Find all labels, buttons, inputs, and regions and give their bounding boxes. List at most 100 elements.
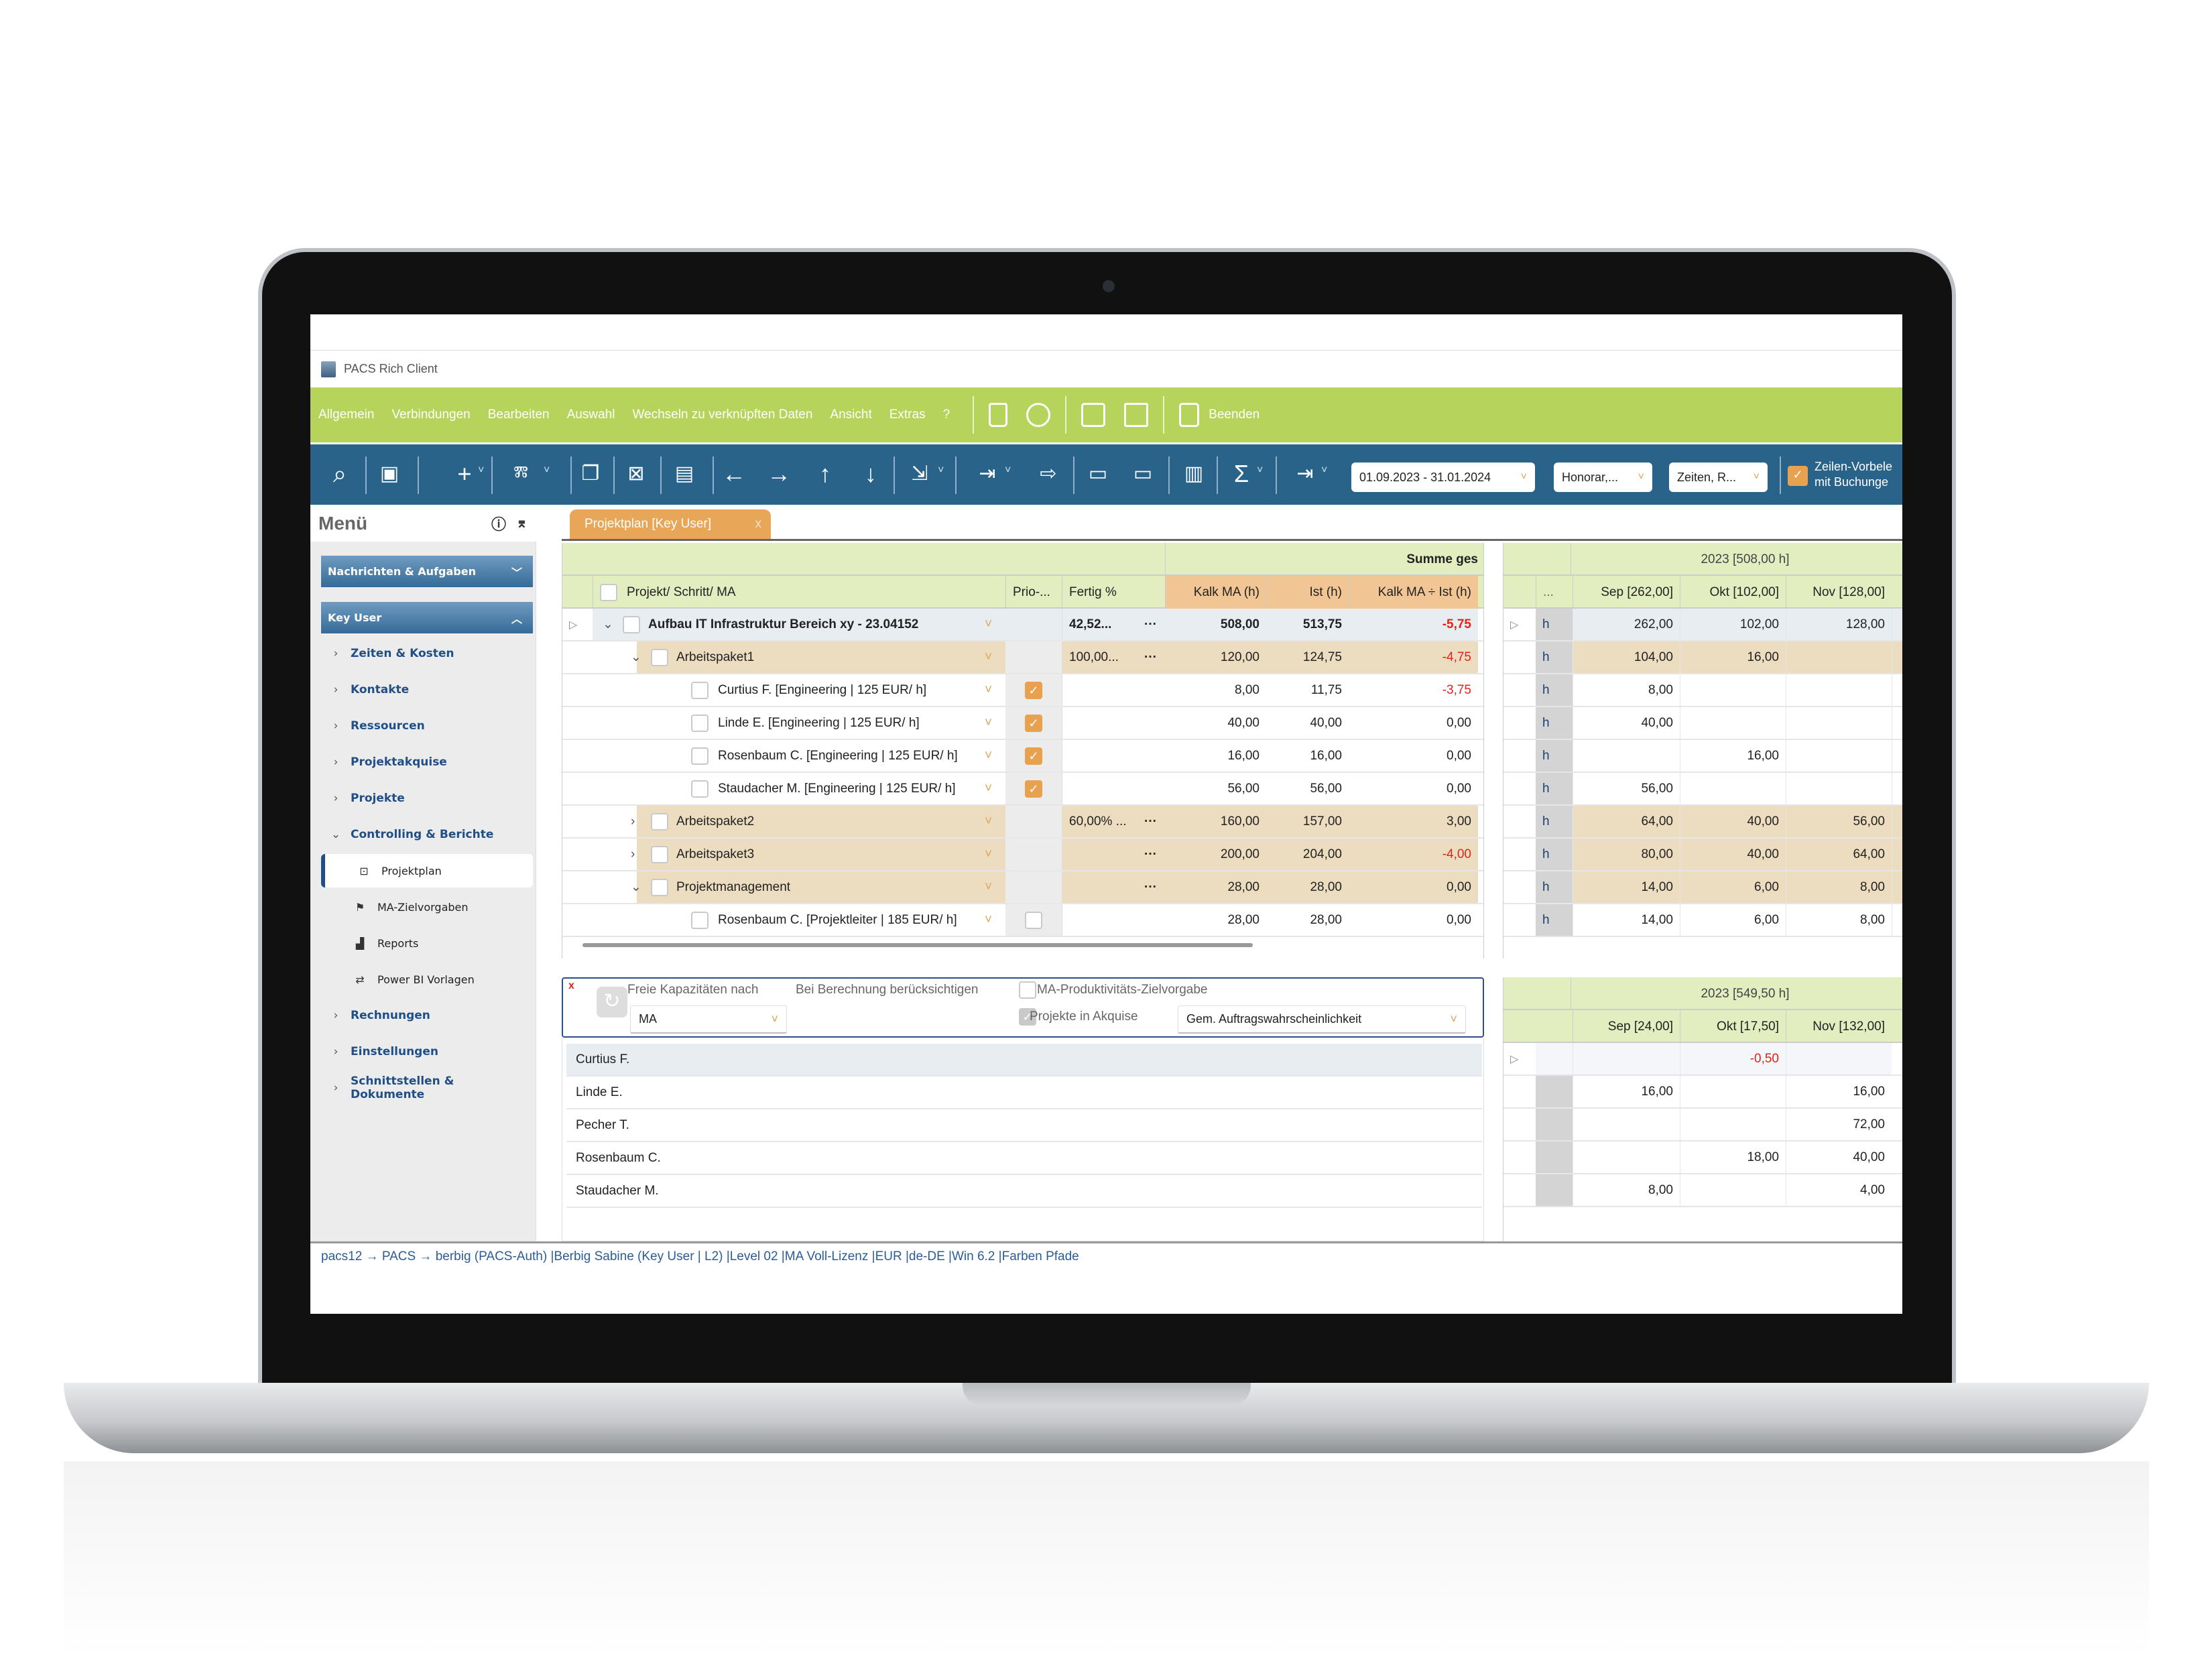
month-cell[interactable]: 40,00 (1680, 806, 1786, 837)
month-header-okt[interactable]: Okt [17,50] (1680, 1010, 1786, 1043)
prio-cell[interactable] (1005, 904, 1062, 936)
arrow-left-icon[interactable]: ← (718, 459, 750, 489)
sidebar-item[interactable]: ▟ Reports (321, 926, 533, 960)
month-cell[interactable]: 16,00 (1573, 1076, 1680, 1107)
kapazitaeten-nach-select[interactable]: MA ˅ (630, 1005, 787, 1034)
prio-cell[interactable]: ✓ (1005, 740, 1062, 772)
row-dropdown-chevron-icon[interactable]: ˅ (978, 773, 999, 804)
chevron-down-icon[interactable]: ˅ (544, 465, 550, 477)
month-cell[interactable]: 16,00 (1786, 1076, 1892, 1107)
zeilen-vorbelegung-checkbox[interactable]: ✓ (1788, 466, 1808, 486)
prio-cell[interactable]: ✓ (1005, 773, 1062, 804)
select-all-checkbox[interactable] (600, 583, 617, 601)
search-icon[interactable]: ⌕ (324, 459, 356, 489)
folder-open-icon[interactable]: ▭ (1082, 459, 1114, 489)
month-cell[interactable] (1573, 1109, 1680, 1140)
checkbox[interactable] (651, 845, 668, 863)
horizontal-scrollbar[interactable] (582, 943, 1253, 947)
month-cell[interactable] (1786, 641, 1892, 673)
sidebar-item[interactable]: ⌄ Controlling & Berichte (321, 818, 533, 851)
folder-icon[interactable]: ▭ (1127, 459, 1159, 489)
chevron-right-icon[interactable]: › (624, 806, 641, 837)
checkbox[interactable] (651, 648, 668, 666)
month-cell[interactable] (1680, 1109, 1786, 1140)
prio-checkbox[interactable]: ✓ (1025, 714, 1042, 732)
menu-bearbeiten[interactable]: Bearbeiten (488, 408, 550, 422)
month-cell[interactable]: -0,50 (1680, 1043, 1786, 1074)
table-row[interactable]: ⌄ Projektmanagement ˅ ··· 28,00 28,00 0,00 (562, 871, 1483, 904)
row-dropdown-chevron-icon[interactable]: ˅ (978, 674, 999, 706)
month-cell[interactable] (1573, 1043, 1680, 1074)
month-header-okt[interactable]: Okt [102,00] (1680, 576, 1786, 609)
prio-cell[interactable] (1005, 806, 1062, 837)
month-cell[interactable]: 262,00 (1573, 609, 1680, 640)
prio-checkbox[interactable]: ✓ (1025, 681, 1042, 699)
table-row[interactable]: › Arbeitspaket3 ˅ ··· 200,00 204,00 -4,00 (562, 839, 1483, 871)
table-row[interactable]: Rosenbaum C. [Engineering | 125 EUR/ h] ˅… (562, 740, 1483, 773)
row-dropdown-chevron-icon[interactable]: ˅ (978, 871, 999, 903)
sidebar-item[interactable]: › Projekte (321, 782, 533, 815)
column-header-kalk[interactable]: Kalk MA (h) (1165, 576, 1266, 609)
month-cell[interactable]: 56,00 (1786, 806, 1892, 837)
sidebar-item[interactable]: ⊡ Projektplan (321, 854, 533, 887)
month-cell[interactable]: 102,00 (1680, 609, 1786, 640)
month-cell[interactable] (1680, 674, 1786, 706)
sidebar-item[interactable]: › Kontakte (321, 673, 533, 706)
checkbox[interactable] (691, 714, 709, 732)
sidebar-item[interactable]: › Einstellungen (321, 1035, 533, 1068)
month-cell[interactable] (1786, 773, 1892, 804)
prio-cell[interactable] (1005, 609, 1062, 640)
prio-cell[interactable] (1005, 871, 1062, 903)
tab-projektplan[interactable]: Projektplan [Key User] x (570, 509, 771, 539)
date-range-select[interactable]: 01.09.2023 - 31.01.2024 ˅ (1351, 463, 1535, 492)
delete-icon[interactable]: ⊠ (620, 459, 652, 489)
month-cell[interactable]: 6,00 (1680, 871, 1786, 903)
sidebar-item[interactable]: ⇄ Power BI Vorlagen (321, 963, 533, 996)
month-cell[interactable] (1786, 674, 1892, 706)
month-cell[interactable]: 80,00 (1573, 839, 1680, 870)
prio-checkbox[interactable]: ✓ (1025, 747, 1042, 765)
expand-row-icon[interactable]: ▷ (1503, 609, 1525, 640)
month-cell[interactable] (1786, 707, 1892, 739)
row-dropdown-chevron-icon[interactable]: ˅ (978, 839, 999, 870)
add-icon[interactable]: + (448, 459, 481, 489)
column-header-prio[interactable]: Prio-... (1005, 576, 1062, 609)
month-cell[interactable]: 56,00 (1573, 773, 1680, 804)
import-icon[interactable]: ⇲ (904, 459, 936, 489)
employee-row[interactable]: Linde E. (566, 1077, 1482, 1109)
sidebar-item[interactable]: › Zeiten & Kosten (321, 637, 533, 670)
prio-checkbox[interactable]: ✓ (1025, 780, 1042, 798)
more-icon[interactable]: ··· (1138, 806, 1164, 837)
prio-cell[interactable]: ✓ (1005, 707, 1062, 739)
honorar-select[interactable]: Honorar,... ˅ (1554, 463, 1652, 492)
table-row[interactable]: Rosenbaum C. [Projektleiter | 185 EUR/ h… (562, 904, 1483, 937)
menu-wechseln[interactable]: Wechseln zu verknüpften Daten (632, 408, 812, 422)
employee-row[interactable]: Staudacher M. (566, 1175, 1482, 1208)
menu-help[interactable]: ? (943, 408, 950, 422)
arrow-right-icon[interactable]: → (763, 459, 795, 489)
export-icon[interactable]: ⇨ (1032, 459, 1064, 489)
month-cell[interactable] (1573, 740, 1680, 772)
month-cell[interactable]: 6,00 (1680, 904, 1786, 936)
checkbox[interactable] (623, 615, 640, 633)
menu-auswahl[interactable]: Auswahl (567, 408, 615, 422)
expand-row-icon[interactable]: ▷ (1503, 1043, 1525, 1074)
column-header-ist[interactable]: Ist (h) (1266, 576, 1349, 609)
month-cell[interactable]: 64,00 (1573, 806, 1680, 837)
month-cell[interactable]: 16,00 (1680, 641, 1786, 673)
more-icon[interactable]: ··· (1138, 839, 1164, 870)
row-dropdown-chevron-icon[interactable]: ˅ (978, 641, 999, 673)
month-cell[interactable]: 8,00 (1573, 1174, 1680, 1206)
monitor-icon[interactable] (1124, 403, 1149, 427)
menu-verbindungen[interactable]: Verbindungen (391, 408, 470, 422)
month-header-nov[interactable]: Nov [128,00] (1786, 576, 1892, 609)
sidebar-item[interactable]: › Rechnungen (321, 999, 533, 1032)
refresh-icon[interactable]: ↻ (597, 987, 627, 1018)
month-cell[interactable] (1680, 1076, 1786, 1107)
more-icon[interactable]: ··· (1138, 641, 1164, 673)
prio-cell[interactable] (1005, 839, 1062, 870)
prio-checkbox[interactable] (1025, 911, 1042, 929)
table-row[interactable]: Linde E. [Engineering | 125 EUR/ h] ˅ ✓ 40,… (562, 707, 1483, 740)
row-dropdown-chevron-icon[interactable]: ˅ (978, 707, 999, 739)
month-header-sep[interactable]: Sep [262,00] (1573, 576, 1680, 609)
